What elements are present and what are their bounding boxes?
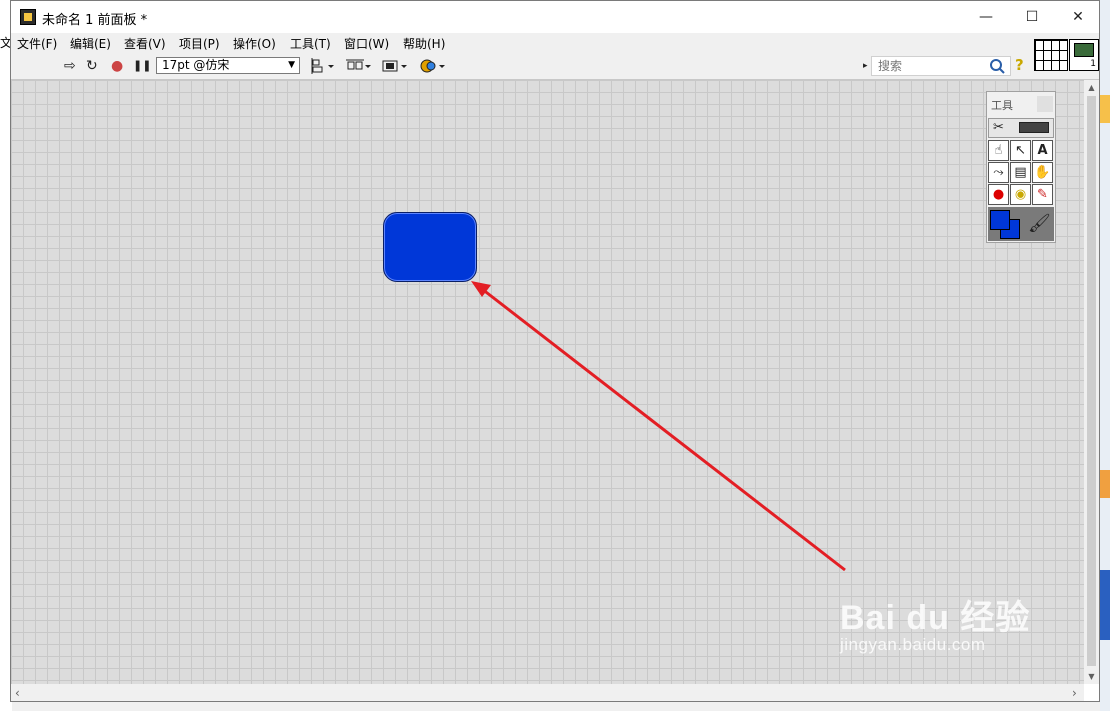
watermark-logo: Bai du 经验	[840, 599, 1031, 637]
baidu-jingyan-watermark: Bai du 经验 jingyan.baidu.com	[840, 590, 1030, 655]
